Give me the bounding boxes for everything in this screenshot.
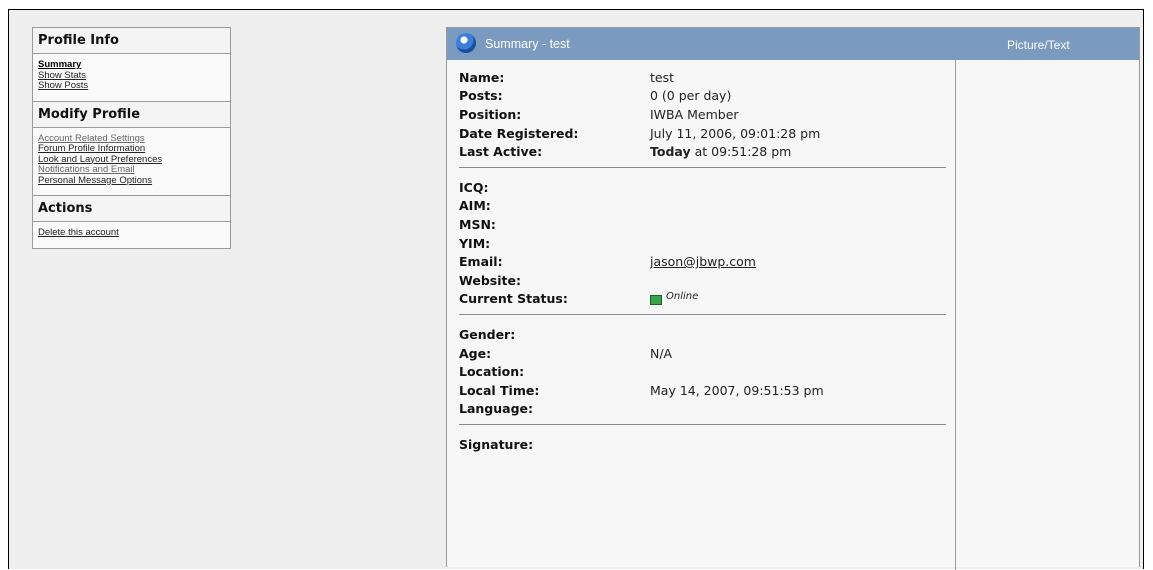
website-label: Website:: [459, 272, 521, 288]
gender-row: Gender:: [459, 325, 946, 344]
pm-options-link[interactable]: Personal Message Options: [38, 175, 225, 187]
registered-row: Date Registered: July 11, 2006, 09:01:28…: [459, 124, 946, 143]
language-row: Language:: [459, 400, 946, 419]
column-divider: [955, 60, 956, 570]
registered-label: Date Registered:: [459, 125, 579, 141]
age-label: Age:: [459, 345, 492, 361]
email-row: Email: jason@jbwp.com: [459, 252, 946, 271]
section-divider: [459, 166, 946, 168]
last-active-value: Today at 09:51:28 pm: [650, 144, 791, 159]
yim-row: YIM:: [459, 234, 946, 253]
position-label: Position:: [459, 106, 522, 122]
online-status-icon: [650, 294, 662, 305]
email-label: Email:: [459, 254, 503, 270]
online-status-text: Online: [666, 291, 699, 303]
posts-value: 0 (0 per day): [650, 88, 732, 104]
profile-summary-panel: Summary - test Picture/Text Name: test P…: [446, 27, 1140, 570]
msn-row: MSN:: [459, 215, 946, 234]
signature-label: Signature:: [459, 436, 534, 452]
local-time-value: May 14, 2007, 09:51:53 pm: [650, 382, 824, 398]
status-row: Current Status: Online: [459, 290, 946, 309]
email-link[interactable]: jason@jbwp.com: [650, 254, 756, 269]
local-time-label: Local Time:: [459, 382, 540, 398]
summary-title: Summary - test: [485, 37, 570, 51]
globe-icon: [456, 33, 476, 53]
summary-link[interactable]: Summary: [38, 59, 225, 71]
local-time-row: Local Time: May 14, 2007, 09:51:53 pm: [459, 381, 946, 400]
status-label: Current Status:: [459, 291, 568, 307]
section-divider: [459, 314, 946, 316]
profile-sidebar: Profile Info Summary Show Stats Show Pos…: [32, 27, 231, 249]
icq-row: ICQ:: [459, 178, 946, 197]
profile-info-heading: Profile Info: [33, 28, 230, 54]
website-row: Website:: [459, 271, 946, 290]
modify-profile-heading: Modify Profile: [33, 100, 230, 128]
profile-info-menu: Summary Show Stats Show Posts: [33, 54, 230, 101]
posts-label: Posts:: [459, 88, 503, 104]
actions-heading: Actions: [33, 195, 230, 222]
modify-profile-menu: Account Related Settings Forum Profile I…: [33, 127, 230, 195]
msn-label: MSN:: [459, 216, 496, 232]
section-divider: [459, 424, 946, 426]
show-posts-link[interactable]: Show Posts: [38, 80, 225, 92]
status-value: Online: [650, 291, 698, 306]
last-active-label: Last Active:: [459, 144, 543, 160]
profile-details: Name: test Posts: 0 (0 per day) Position…: [459, 68, 946, 454]
registered-value: July 11, 2006, 09:01:28 pm: [650, 125, 821, 141]
last-active-time: at 09:51:28 pm: [690, 144, 792, 160]
forum-profile-link[interactable]: Forum Profile Information: [38, 143, 225, 155]
language-label: Language:: [459, 401, 534, 417]
gender-label: Gender:: [459, 326, 516, 342]
name-value: test: [650, 69, 675, 85]
delete-account-link[interactable]: Delete this account: [38, 227, 225, 239]
position-value: IWBA Member: [650, 106, 739, 122]
name-row: Name: test: [459, 68, 946, 87]
posts-row: Posts: 0 (0 per day): [459, 87, 946, 106]
yim-label: YIM:: [459, 235, 491, 251]
age-value: N/A: [650, 345, 673, 361]
aim-label: AIM:: [459, 198, 491, 214]
position-row: Position: IWBA Member: [459, 105, 946, 124]
aim-row: AIM:: [459, 197, 946, 216]
age-row: Age: N/A: [459, 344, 946, 363]
location-label: Location:: [459, 364, 525, 380]
summary-title-bar: Summary - test Picture/Text: [447, 28, 1139, 60]
picture-text-heading: Picture/Text: [1007, 38, 1070, 52]
notifications-link[interactable]: Notifications and Email: [38, 164, 225, 176]
last-active-day: Today: [650, 144, 691, 160]
name-label: Name:: [459, 69, 505, 85]
signature-row: Signature:: [459, 435, 946, 454]
actions-menu: Delete this account: [33, 222, 230, 248]
last-active-row: Last Active: Today at 09:51:28 pm: [459, 142, 946, 161]
icq-label: ICQ:: [459, 179, 489, 195]
location-row: Location:: [459, 362, 946, 381]
